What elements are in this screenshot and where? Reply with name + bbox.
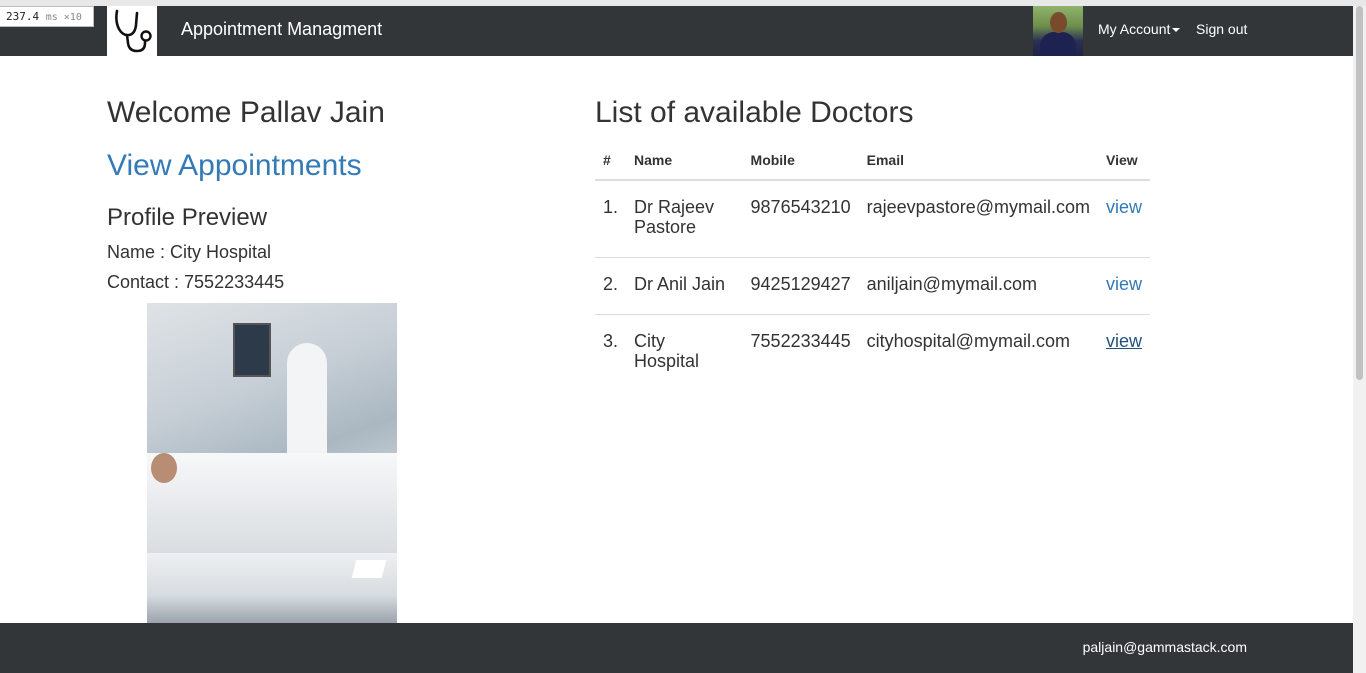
perf-counter: 237.4 ms ×10 bbox=[0, 6, 94, 27]
doctors-list-title: List of available Doctors bbox=[595, 96, 914, 129]
welcome-heading: Welcome Pallav Jain bbox=[107, 96, 385, 129]
table-row: 2. Dr Anil Jain 9425129427 aniljain@myma… bbox=[595, 257, 1150, 315]
profile-preview-heading: Profile Preview bbox=[107, 204, 268, 231]
view-doctor-link[interactable]: view bbox=[1106, 274, 1142, 294]
caret-down-icon bbox=[1172, 28, 1181, 33]
page-scrollbar[interactable] bbox=[1353, 6, 1366, 673]
stethoscope-icon bbox=[115, 9, 152, 53]
col-header-mobile: Mobile bbox=[742, 141, 859, 181]
view-doctor-link[interactable]: view bbox=[1106, 197, 1142, 217]
row-number: 3. bbox=[603, 331, 619, 351]
doctor-name: Dr Anil Jain bbox=[626, 257, 743, 315]
profile-name: Name : City Hospital bbox=[107, 242, 272, 262]
scrollbar-thumb[interactable] bbox=[1356, 6, 1363, 380]
doctor-mobile: 9876543210 bbox=[742, 180, 859, 258]
footer-email: paljain@gammastack.com bbox=[1082, 639, 1247, 655]
doctor-email: rajeevpastore@mymail.com bbox=[858, 180, 1098, 258]
sign-out-link[interactable]: Sign out bbox=[1196, 6, 1247, 53]
doctor-mobile: 7552233445 bbox=[750, 331, 851, 351]
col-header-email: Email bbox=[858, 141, 1098, 181]
col-header-name: Name bbox=[626, 141, 743, 181]
view-doctor-link[interactable]: view bbox=[1106, 331, 1142, 351]
avatar bbox=[1033, 6, 1083, 56]
view-appointments-link[interactable]: View Appointments bbox=[107, 149, 362, 183]
navbar: Appointment Managment My Account Sign ou… bbox=[0, 6, 1353, 56]
footer: paljain@gammastack.com bbox=[0, 623, 1353, 673]
my-account-dropdown[interactable]: My Account bbox=[1098, 6, 1181, 53]
profile-contact: Contact : 7552233445 bbox=[107, 272, 285, 292]
doctor-email: aniljain@mymail.com bbox=[858, 257, 1098, 315]
doctor-mobile: 9425129427 bbox=[742, 257, 859, 315]
logo[interactable] bbox=[107, 6, 157, 56]
table-header-row: # Name Mobile Email View bbox=[595, 141, 1150, 181]
row-number: 1. bbox=[595, 180, 627, 258]
my-account-label: My Account bbox=[1098, 21, 1171, 37]
table-row: 1. Dr Rajeev Pastore 9876543210 rajeevpa… bbox=[595, 180, 1150, 258]
col-header-number: # bbox=[595, 141, 627, 181]
doctor-name: Dr Rajeev Pastore bbox=[626, 180, 743, 258]
doctors-table: # Name Mobile Email View 1. Dr Rajeev Pa… bbox=[595, 141, 1150, 391]
perf-unit: ms ×10 bbox=[45, 12, 82, 23]
brand-title[interactable]: Appointment Managment bbox=[181, 6, 382, 53]
row-number: 2. bbox=[595, 257, 627, 315]
hospital-photo bbox=[147, 303, 397, 623]
col-header-view: View bbox=[1097, 141, 1150, 181]
doctor-email: cityhospital@mymail.com bbox=[866, 331, 1070, 351]
perf-value: 237.4 bbox=[6, 10, 40, 23]
table-row: 3. City Hospital 7552233445 cityhospital… bbox=[595, 315, 1150, 392]
doctor-name: City Hospital bbox=[634, 331, 700, 371]
